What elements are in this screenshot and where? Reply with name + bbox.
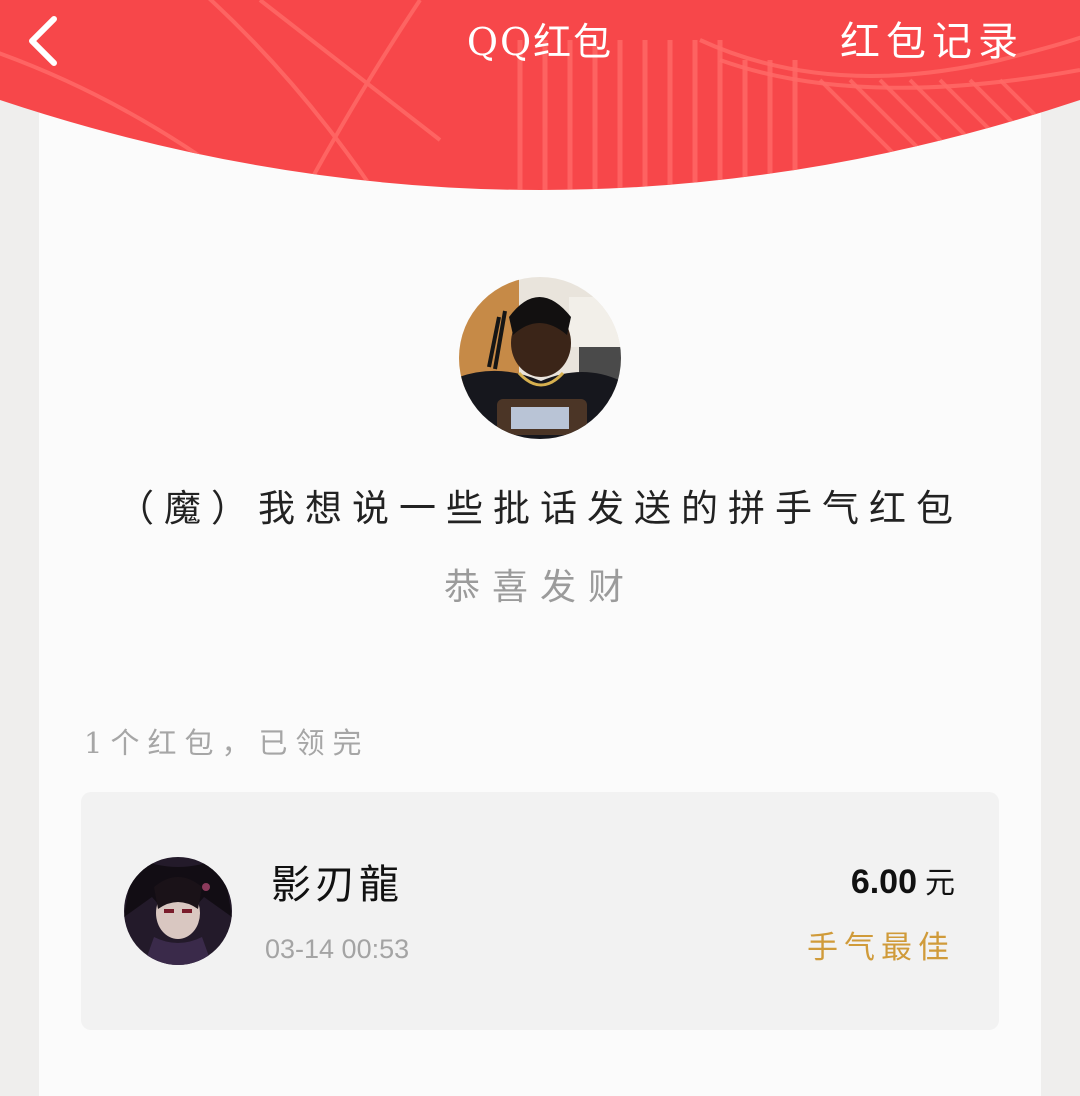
sender-avatar[interactable] — [459, 277, 621, 439]
anime-avatar-image — [124, 857, 232, 965]
claimer-avatar[interactable] — [124, 857, 232, 965]
amount-unit: 元 — [925, 866, 955, 901]
best-luck-badge: 手气最佳 — [807, 930, 955, 966]
claimer-name: 影刃龍 — [271, 862, 403, 908]
red-packet-header: QQ红包 红包记录 — [0, 0, 1080, 190]
claim-amount: 6.00 元 — [851, 858, 955, 902]
claim-summary: 1个红包，已领完 — [84, 726, 370, 760]
claim-record-item: 影刃龍 03-14 00:53 6.00 元 手气最佳 — [81, 792, 999, 1030]
red-packet-message: （魔）我想说一些批话发送的拼手气红包 — [117, 487, 963, 530]
chevron-left-icon — [29, 16, 57, 66]
red-packet-records-link[interactable]: 红包记录 — [840, 14, 1024, 70]
sender-avatar-image — [459, 277, 621, 439]
back-button[interactable] — [14, 10, 74, 72]
amount-value: 6.00 — [850, 863, 917, 901]
claim-time: 03-14 00:53 — [265, 934, 410, 964]
page-title: QQ红包 — [466, 20, 614, 64]
blessing-text: 恭喜发财 — [443, 567, 636, 608]
